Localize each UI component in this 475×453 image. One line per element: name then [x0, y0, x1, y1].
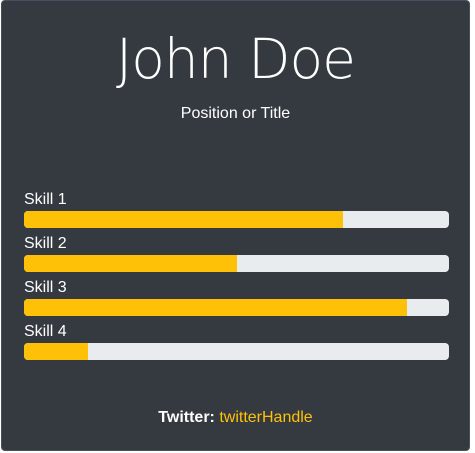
- skill-label: Skill 2: [24, 235, 67, 252]
- skill-progress-bar: [24, 255, 449, 272]
- skill-label: Skill 1: [24, 191, 67, 208]
- skill-progress-bar: [24, 299, 449, 316]
- skill-label: Skill 3: [24, 279, 67, 296]
- skills-list: Skill 1 Skill 2 Skill 3 Skill 4: [24, 189, 449, 365]
- profile-title: Position or Title: [180, 105, 291, 122]
- skill-progress-bar: [24, 343, 449, 360]
- profile-card: John Doe Position or Title Skill 1 Skill…: [1, 0, 470, 451]
- skill-progress-fill: [24, 299, 407, 316]
- skill-label: Skill 4: [24, 323, 67, 340]
- skill-item: Skill 3: [24, 277, 449, 321]
- profile-name: John Doe: [116, 27, 356, 91]
- skill-progress-fill: [24, 343, 88, 360]
- social-footer: Twitter: twitterHandle: [2, 407, 469, 429]
- skill-progress-bar: [24, 211, 449, 228]
- twitter-label: Twitter:: [158, 409, 215, 426]
- skill-item: Skill 4: [24, 321, 449, 365]
- skill-progress-fill: [24, 211, 343, 228]
- skill-progress-fill: [24, 255, 237, 272]
- skill-item: Skill 1: [24, 189, 449, 233]
- skill-item: Skill 2: [24, 233, 449, 277]
- twitter-handle-link[interactable]: twitterHandle: [219, 409, 312, 426]
